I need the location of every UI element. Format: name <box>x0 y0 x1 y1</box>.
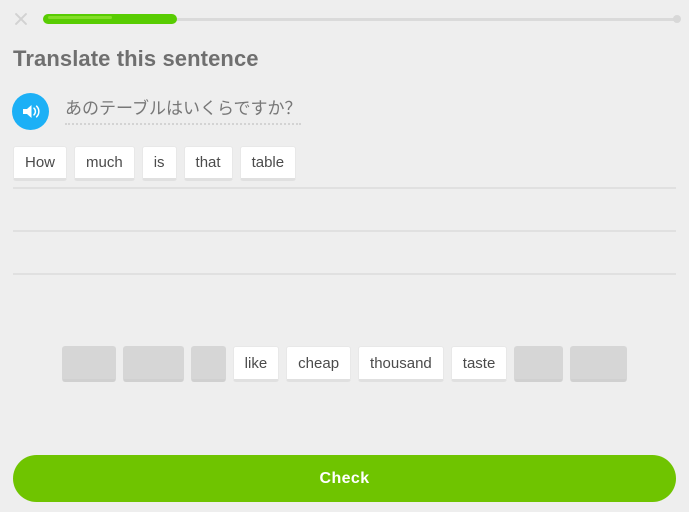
word-bank-tile: that <box>514 346 564 382</box>
word-bank-tile: much <box>123 346 184 382</box>
answer-tile[interactable]: How <box>13 146 68 181</box>
speaker-icon[interactable] <box>12 93 49 130</box>
progress-bar <box>43 13 681 25</box>
close-icon[interactable] <box>10 8 32 30</box>
check-button[interactable]: Check <box>13 455 676 502</box>
answer-tile[interactable]: table <box>239 146 297 181</box>
word-bank-tile[interactable]: thousand <box>358 346 444 382</box>
progress-sheen <box>48 16 113 19</box>
answer-line[interactable] <box>13 189 676 232</box>
answer-area: How much is that table <box>13 146 676 275</box>
answer-tile[interactable]: is <box>141 146 177 181</box>
word-bank-tile: table <box>570 346 627 382</box>
prompt-sentence[interactable]: あのテーブルはいくらですか？ <box>65 98 302 126</box>
answer-tile[interactable]: that <box>183 146 233 181</box>
prompt-row: あのテーブルはいくらですか？ <box>12 93 302 130</box>
page-title: Translate this sentence <box>13 46 259 71</box>
word-bank: How much is like cheap thousand taste th… <box>0 346 689 382</box>
word-bank-tile: How <box>62 346 117 382</box>
word-bank-tile[interactable]: cheap <box>286 346 352 382</box>
word-bank-tile[interactable]: like <box>232 346 280 382</box>
answer-tile[interactable]: much <box>74 146 135 181</box>
progress-fill <box>43 14 177 24</box>
top-bar <box>0 0 689 38</box>
progress-end-dot <box>673 15 681 23</box>
answer-line[interactable] <box>13 232 676 275</box>
answer-line[interactable]: How much is that table <box>13 146 676 189</box>
word-bank-tile: is <box>190 346 226 382</box>
word-bank-tile[interactable]: taste <box>450 346 508 382</box>
